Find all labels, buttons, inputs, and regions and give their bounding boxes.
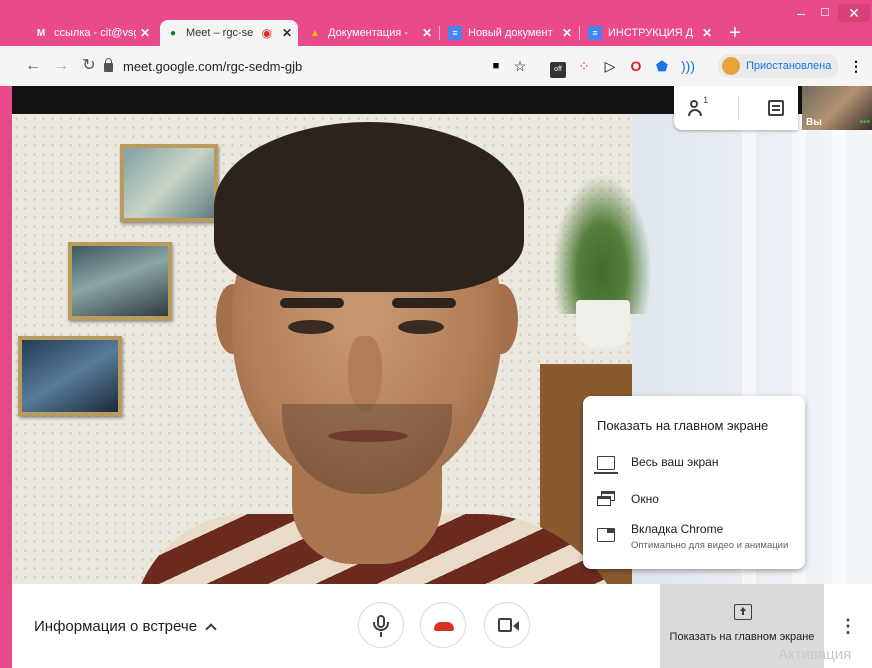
painting [18, 336, 122, 416]
person-body [688, 109, 703, 116]
meet-bottom-bar: Информация о встрече Показать на главном… [12, 584, 872, 668]
close-icon[interactable]: ✕ [702, 26, 712, 40]
tab-divider [439, 26, 440, 40]
mic-stand [373, 622, 389, 631]
camera-icon[interactable]: ■ [486, 56, 506, 76]
meet-stage: 1 Вы ••• Показать на главном экране Весь… [12, 86, 872, 668]
eye [398, 320, 444, 334]
eyebrow [392, 298, 456, 308]
hangup-icon [434, 622, 454, 631]
menu-item-label: Окно [631, 492, 659, 506]
extension-off-icon[interactable]: off [548, 56, 568, 78]
chat-icon[interactable] [767, 100, 784, 116]
participants-count: 1 [703, 95, 709, 105]
avatar [722, 57, 740, 75]
eyebrow [280, 298, 344, 308]
camera-button[interactable] [484, 602, 530, 648]
docs-icon: ≡ [448, 26, 462, 40]
mouth [328, 430, 408, 442]
back-icon[interactable]: ← [22, 55, 44, 77]
tab-drive[interactable]: ▲ Документация - ✕ [302, 20, 438, 46]
more-dots-icon[interactable]: ••• [859, 117, 870, 128]
url-text: meet.google.com/rgc-sedm-gjb [123, 58, 303, 74]
chrome-tab-icon [597, 528, 615, 542]
tab-gmail[interactable]: M ссылка - cit@vsg ✕ [28, 20, 156, 46]
menu-item-sublabel: Оптимально для видео и анимации [631, 540, 789, 551]
chevron-up-icon [205, 622, 217, 635]
cast-icon[interactable]: ))) [678, 56, 698, 76]
minimize-icon[interactable]: – [790, 4, 812, 22]
docs-icon: ≡ [588, 26, 602, 40]
recording-icon: ◉ [261, 26, 272, 40]
present-menu: Показать на главном экране Весь ваш экра… [583, 396, 805, 569]
reload-icon[interactable]: ↻ [78, 55, 100, 77]
window-icon [597, 491, 615, 506]
menu-item-label: Весь ваш экран [631, 455, 719, 469]
nose [348, 336, 382, 412]
extension-off-label: off [550, 62, 566, 78]
tab-strip: M ссылка - cit@vsg ✕ ● Meet – rgc-se ◉ ✕… [0, 0, 872, 46]
tab-title: ссылка - cit@vsg [54, 27, 136, 39]
tab-docs-instruction[interactable]: ≡ ИНСТРУКЦИЯ Д ✕ [582, 20, 718, 46]
tab-title: Документация - [328, 27, 408, 39]
shield-icon[interactable]: ⬟ [652, 56, 672, 76]
play-extension-icon[interactable]: ▷ [600, 56, 620, 76]
meeting-info-button[interactable]: Информация о встрече [34, 618, 217, 635]
browser-toolbar: ← → ↻ meet.google.com/rgc-sedm-gjb ■ ☆ o… [0, 46, 872, 86]
maximize-icon[interactable]: ☐ [814, 4, 836, 22]
present-screen-icon [734, 604, 752, 620]
tab-title: Новый документ [468, 27, 553, 39]
menu-item-label: Вкладка Chrome [631, 522, 724, 536]
people-icon[interactable]: 1 [688, 95, 710, 118]
opera-icon[interactable]: O [626, 56, 646, 76]
meet-top-controls: 1 [674, 86, 798, 130]
divider [738, 95, 740, 121]
profile-status: Приостановлена [746, 60, 832, 72]
gmail-icon: M [36, 27, 46, 39]
self-label: Вы [806, 117, 822, 128]
new-tab-button[interactable]: + [724, 20, 746, 46]
camera-icon [498, 618, 519, 632]
hair [214, 122, 524, 292]
close-icon[interactable]: ✕ [140, 26, 150, 40]
eye [288, 320, 334, 334]
hangup-button[interactable] [420, 602, 466, 648]
menu-kebab-icon[interactable]: ⋮ [846, 56, 866, 76]
present-window[interactable]: Окно [583, 487, 805, 521]
self-preview-tile[interactable]: Вы ••• [802, 86, 872, 130]
meeting-info-label: Информация о встрече [34, 618, 198, 635]
present-label: Показать на главном экране [669, 631, 815, 643]
screen-icon [594, 456, 618, 474]
tab-divider [579, 26, 580, 40]
close-icon[interactable]: ✕ [422, 26, 432, 40]
extension-dots-icon[interactable]: ⁘ [574, 56, 594, 76]
tab-meet[interactable]: ● Meet – rgc-se ◉ ✕ [160, 20, 298, 46]
close-icon[interactable]: ✕ [562, 26, 572, 40]
mic-button[interactable] [358, 602, 404, 648]
bookmark-star-icon[interactable]: ☆ [510, 56, 530, 76]
forward-icon[interactable]: → [50, 55, 72, 77]
drive-icon: ▲ [310, 27, 320, 39]
present-entire-screen[interactable]: Весь ваш экран [583, 450, 805, 484]
profile-button[interactable]: Приостановлена [718, 54, 840, 78]
window-close-icon[interactable]: ✕ [838, 4, 870, 22]
person-head [690, 100, 699, 108]
windows-activation-watermark: Активация [778, 646, 852, 663]
more-options-icon[interactable]: ⋮ [838, 614, 858, 638]
tab-docs-new[interactable]: ≡ Новый документ ✕ [442, 20, 578, 46]
present-menu-title: Показать на главном экране [597, 418, 769, 433]
tab-title: ИНСТРУКЦИЯ Д [608, 27, 694, 39]
window-front [597, 496, 611, 506]
present-chrome-tab[interactable]: Вкладка Chrome Оптимально для видео и ан… [583, 522, 805, 562]
lock-icon [104, 58, 113, 72]
tab-title: Meet – rgc-se [186, 27, 254, 39]
address-bar[interactable]: meet.google.com/rgc-sedm-gjb [104, 53, 484, 79]
meet-icon: ● [169, 27, 177, 39]
close-icon[interactable]: ✕ [282, 26, 292, 40]
